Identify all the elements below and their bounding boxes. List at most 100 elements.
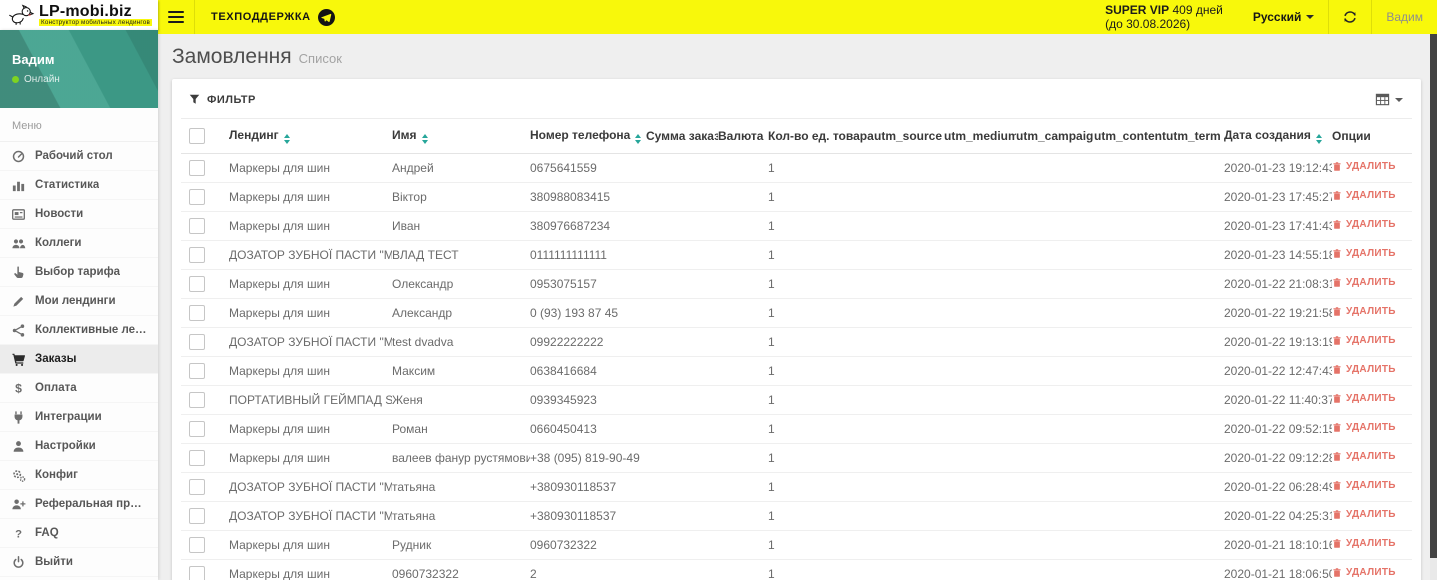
refresh-button[interactable] [1329, 0, 1371, 34]
cell-sum [646, 385, 718, 415]
cell-checkbox [181, 327, 229, 357]
row-checkbox[interactable] [189, 160, 205, 176]
sidebar-item-colleagues[interactable]: Коллеги [0, 229, 158, 258]
sidebar-item-orders[interactable]: Заказы [0, 345, 158, 374]
column-header-currency[interactable]: Валюта [718, 118, 768, 154]
column-header-sum[interactable]: Сумма заказа [646, 118, 718, 154]
delete-button[interactable]: УДАЛИТЬ [1332, 161, 1396, 172]
sidebar-item-payment[interactable]: Оплата [0, 374, 158, 403]
cell-qty: 1 [768, 211, 874, 241]
column-header-name[interactable]: Имя [392, 118, 530, 154]
select-all-checkbox[interactable] [189, 128, 205, 144]
sidebar-item-label: Выйти [35, 556, 73, 568]
sidebar-item-config[interactable]: Конфиг [0, 461, 158, 490]
vertical-scrollbar[interactable] [1430, 34, 1437, 580]
sidebar-item-news[interactable]: Новости [0, 200, 158, 229]
cell-landing: Маркеры для шин [229, 182, 392, 212]
column-header-utm_campaign[interactable]: utm_campaign [1016, 118, 1094, 154]
cell-checkbox [181, 443, 229, 473]
sidebar-item-label: Настройки [35, 440, 96, 452]
plan-name: SUPER VIP [1105, 3, 1170, 17]
delete-button[interactable]: УДАЛИТЬ [1332, 567, 1396, 578]
hamburger-menu-icon[interactable] [166, 11, 194, 23]
delete-button[interactable]: УДАЛИТЬ [1332, 364, 1396, 375]
row-checkbox[interactable] [189, 334, 205, 350]
column-header-qty[interactable]: Кол-во ед. товара [768, 118, 874, 154]
cell-phone: 0111111111111 [530, 240, 646, 270]
column-header-landing[interactable]: Лендинг [229, 118, 392, 154]
cell-checkbox [181, 356, 229, 386]
delete-button[interactable]: УДАЛИТЬ [1332, 248, 1396, 259]
table-row: Маркеры для шин Олександр 0953075157 1 2… [181, 269, 1412, 299]
sidebar-menu: Рабочий стол Статистика Новости Коллеги … [0, 142, 158, 577]
cell-currency [718, 240, 768, 270]
sidebar-item-label: Заказы [35, 353, 77, 365]
table-header-row: Лендинг Имя Номер телефона Сумма заказа … [181, 118, 1412, 154]
app-logo[interactable]: LP-mobi.biz Конструктор мобильных лендин… [0, 0, 158, 30]
cell-sum [646, 472, 718, 502]
column-header-utm_medium[interactable]: utm_medium [944, 118, 1016, 154]
row-checkbox[interactable] [189, 218, 205, 234]
row-checkbox[interactable] [189, 537, 205, 553]
cell-sum [646, 211, 718, 241]
support-button[interactable]: ТЕХПОДДЕРЖКА [195, 0, 351, 34]
delete-button[interactable]: УДАЛИТЬ [1332, 480, 1396, 491]
row-checkbox[interactable] [189, 479, 205, 495]
sidebar-item-referral[interactable]: Реферальная программа [0, 490, 158, 519]
column-header-utm_term[interactable]: utm_term [1166, 118, 1224, 154]
column-settings-button[interactable] [1375, 92, 1403, 107]
cell-utm-campaign [1016, 269, 1094, 299]
row-checkbox[interactable] [189, 363, 205, 379]
cell-phone: 0953075157 [530, 269, 646, 299]
row-checkbox[interactable] [189, 276, 205, 292]
cell-utm-term [1166, 327, 1224, 357]
delete-button[interactable]: УДАЛИТЬ [1332, 509, 1396, 520]
row-checkbox[interactable] [189, 392, 205, 408]
column-header-utm_content[interactable]: utm_content [1094, 118, 1166, 154]
cell-utm-term [1166, 240, 1224, 270]
sidebar-item-collective-landings[interactable]: Коллективные лендинги [0, 316, 158, 345]
delete-button[interactable]: УДАЛИТЬ [1332, 277, 1396, 288]
sort-arrows-icon [635, 134, 642, 144]
cell-landing: ПОРТАТИВНЫЙ ГЕЙМПАД SUP - 400 ИГР В 1 [229, 385, 392, 415]
cell-name: Рудник [392, 530, 530, 560]
row-checkbox[interactable] [189, 566, 205, 580]
sidebar-item-statistics[interactable]: Статистика [0, 171, 158, 200]
sidebar-item-dashboard[interactable]: Рабочий стол [0, 142, 158, 171]
row-checkbox[interactable] [189, 508, 205, 524]
delete-button[interactable]: УДАЛИТЬ [1332, 190, 1396, 201]
row-checkbox[interactable] [189, 450, 205, 466]
sort-arrows-icon [421, 134, 428, 144]
row-checkbox[interactable] [189, 247, 205, 263]
sidebar-item-settings[interactable]: Настройки [0, 432, 158, 461]
row-checkbox[interactable] [189, 421, 205, 437]
table-row: Маркеры для шин Андрей 0675641559 1 2020… [181, 153, 1412, 183]
row-checkbox[interactable] [189, 305, 205, 321]
sidebar-item-tariff[interactable]: Выбор тарифа [0, 258, 158, 287]
scrollbar-thumb[interactable] [1430, 34, 1437, 559]
sidebar-item-faq[interactable]: FAQ [0, 519, 158, 548]
delete-button[interactable]: УДАЛИТЬ [1332, 219, 1396, 230]
cell-sum [646, 530, 718, 560]
column-header-options[interactable]: Опции [1332, 118, 1412, 154]
delete-button[interactable]: УДАЛИТЬ [1332, 306, 1396, 317]
delete-button[interactable]: УДАЛИТЬ [1332, 393, 1396, 404]
delete-button[interactable]: УДАЛИТЬ [1332, 538, 1396, 549]
cell-options: УДАЛИТЬ [1332, 211, 1412, 241]
cell-options: УДАЛИТЬ [1332, 182, 1412, 212]
cell-created: 2020-01-22 06:28:49 [1224, 472, 1332, 502]
column-header-created[interactable]: Дата создания [1224, 118, 1332, 154]
filter-button[interactable]: ФИЛЬТР [189, 94, 256, 106]
sidebar-item-integrations[interactable]: Интеграции [0, 403, 158, 432]
user-menu[interactable]: Вадим [1372, 0, 1437, 34]
language-selector[interactable]: Русский [1239, 0, 1329, 34]
sidebar-item-logout[interactable]: Выйти [0, 548, 158, 577]
delete-button[interactable]: УДАЛИТЬ [1332, 335, 1396, 346]
column-header-utm_source[interactable]: utm_source [874, 118, 944, 154]
sidebar-item-my-landings[interactable]: Мои лендинги [0, 287, 158, 316]
cell-phone: +380930118537 [530, 501, 646, 531]
delete-button[interactable]: УДАЛИТЬ [1332, 422, 1396, 433]
row-checkbox[interactable] [189, 189, 205, 205]
column-header-phone[interactable]: Номер телефона [530, 118, 646, 154]
delete-button[interactable]: УДАЛИТЬ [1332, 451, 1396, 462]
